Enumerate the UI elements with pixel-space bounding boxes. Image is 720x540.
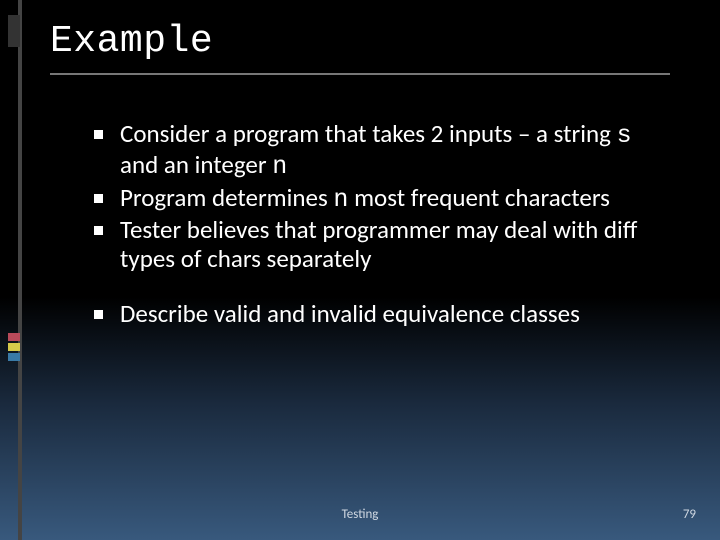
bullet-group-2: Describe valid and invalid equivalence c…	[92, 300, 672, 329]
mono-text: n	[272, 152, 287, 181]
bullet-item: Consider a program that takes 2 inputs –…	[92, 120, 672, 182]
bullet-text: most frequent characters	[348, 182, 609, 213]
body: Consider a program that takes 2 inputs –…	[92, 120, 672, 355]
slide-title: Example	[50, 20, 690, 63]
footer-page-number: 79	[683, 507, 696, 522]
bullet-text: Consider a program that takes 2 inputs –…	[120, 118, 617, 149]
side-yellow-block	[8, 343, 20, 351]
bullet-item: Tester believes that programmer may deal…	[92, 216, 672, 274]
bullet-text: Program determines	[120, 182, 333, 213]
bullet-text: and an integer	[120, 149, 272, 180]
side-dark-block	[8, 15, 20, 47]
side-line	[18, 0, 22, 540]
bullet-item: Program determines n most frequent chara…	[92, 184, 672, 215]
title-underline	[50, 73, 670, 75]
footer-label: Testing	[0, 507, 720, 522]
slide: Example Consider a program that takes 2 …	[0, 0, 720, 540]
title-block: Example	[50, 20, 690, 75]
bullet-item: Describe valid and invalid equivalence c…	[92, 300, 672, 329]
bullet-text: Describe valid and invalid equivalence c…	[120, 298, 580, 329]
mono-text: s	[617, 121, 632, 150]
side-decoration	[0, 0, 28, 540]
side-blue-block	[8, 353, 20, 361]
bullet-text: Tester believes that programmer may deal…	[120, 214, 637, 274]
side-red-block	[8, 333, 20, 341]
bullet-group-1: Consider a program that takes 2 inputs –…	[92, 120, 672, 274]
mono-text: n	[333, 185, 348, 214]
